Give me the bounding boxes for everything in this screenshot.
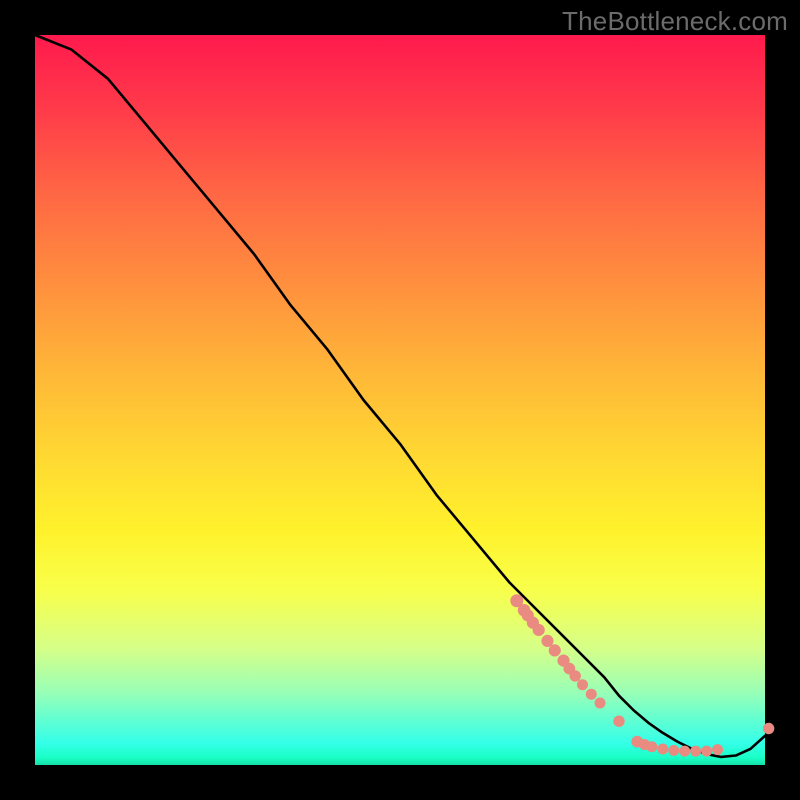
chart-frame: TheBottleneck.com	[0, 0, 800, 800]
watermark-label: TheBottleneck.com	[562, 6, 788, 37]
data-points	[511, 595, 774, 756]
data-point	[595, 698, 605, 708]
data-point	[763, 723, 773, 733]
data-point	[549, 645, 560, 656]
data-point	[542, 635, 553, 646]
data-point	[669, 745, 679, 755]
chart-overlay	[35, 35, 765, 765]
data-point	[614, 716, 624, 726]
data-point	[647, 742, 657, 752]
data-point	[702, 746, 712, 756]
data-point	[533, 624, 544, 635]
bottleneck-curve	[35, 35, 765, 757]
plot-area	[35, 35, 765, 765]
data-point	[578, 680, 588, 690]
data-point	[680, 746, 690, 756]
data-point	[713, 745, 723, 755]
data-point	[658, 744, 668, 754]
data-point	[691, 746, 701, 756]
data-point	[586, 689, 596, 699]
data-point	[570, 671, 580, 681]
